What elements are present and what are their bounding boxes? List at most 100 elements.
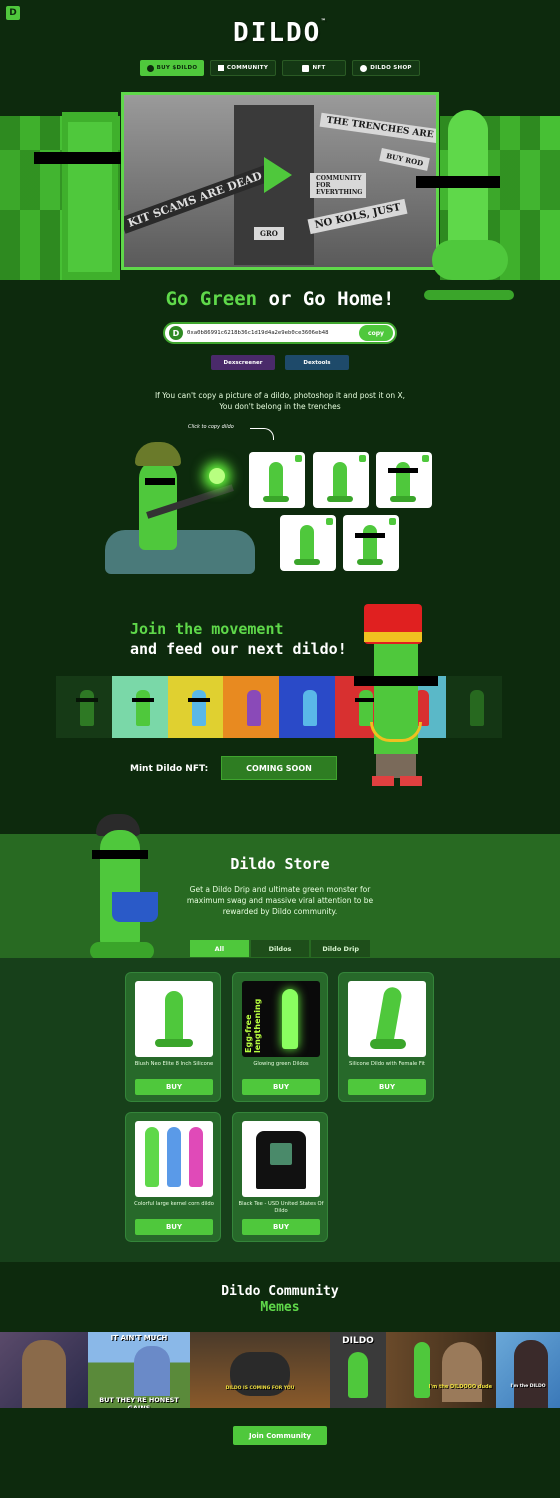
product-card[interactable]: Egg-free lengthening Glowing green Dildo… bbox=[232, 972, 328, 1102]
crown-icon bbox=[364, 604, 422, 644]
hero-banner-3: COMMUNITY FOR EVERYTHING bbox=[310, 173, 366, 198]
product-image[interactable] bbox=[135, 1121, 213, 1197]
product-image-text: Egg-free lengthening bbox=[244, 998, 262, 1053]
meme-caption: I'm the DILDOOO dude bbox=[428, 1384, 492, 1390]
left-pixel-mascot bbox=[34, 112, 124, 280]
product-name: Colorful large kernel corn dildo bbox=[134, 1201, 214, 1207]
nav-buy-label: BUY $DILDO bbox=[156, 65, 198, 71]
nav-community-label: COMMUNITY bbox=[226, 65, 269, 71]
copy-icon bbox=[359, 455, 366, 462]
buy-button[interactable]: BUY bbox=[242, 1219, 320, 1235]
arrow-icon bbox=[250, 428, 274, 440]
sandbag-bunker bbox=[105, 530, 255, 574]
nav-shop-button[interactable]: DILDO SHOP bbox=[352, 60, 420, 76]
tagline-white: or Go Home! bbox=[257, 288, 395, 310]
meme-carousel[interactable]: IT AIN'T MUCH BUT THEY'RE HONEST GAINS D… bbox=[0, 1332, 560, 1408]
nav-community-button[interactable]: COMMUNITY bbox=[210, 60, 276, 76]
store-title: Dildo Store bbox=[230, 855, 330, 873]
main-nav: BUY $DILDO COMMUNITY NFT DILDO SHOP bbox=[140, 60, 420, 76]
copy-instructions: If You can't copy a picture of a dildo, … bbox=[154, 391, 406, 411]
product-card[interactable]: Colorful large kernel corn dildo BUY bbox=[125, 1112, 221, 1242]
buy-button[interactable]: BUY bbox=[135, 1219, 213, 1235]
sunglasses-icon bbox=[416, 176, 500, 188]
play-icon[interactable] bbox=[264, 157, 292, 193]
right-dildo-mascot bbox=[416, 100, 516, 300]
click-to-copy-hint: Click to copy dildo bbox=[188, 424, 234, 430]
tab-all[interactable]: All bbox=[190, 940, 249, 957]
store-shopper-mascot bbox=[86, 806, 166, 966]
meme-image[interactable]: DILDO bbox=[330, 1332, 386, 1408]
meme-caption-bottom: BUT THEY'RE HONEST GAINS bbox=[99, 1396, 179, 1408]
product-image[interactable] bbox=[242, 1121, 320, 1197]
contract-address-box[interactable]: D 0xa0b86991c6218b36c1d19d4a2e9eb0ce3606… bbox=[163, 322, 397, 344]
nft-tile[interactable] bbox=[223, 676, 279, 738]
chart-icon bbox=[217, 65, 224, 71]
product-name: Black Tee - USD United States Of Dildo bbox=[238, 1201, 324, 1214]
dextools-link[interactable]: Dextools bbox=[285, 355, 349, 370]
nft-tile[interactable] bbox=[279, 676, 335, 738]
coin-icon bbox=[146, 64, 154, 72]
buy-button[interactable]: BUY bbox=[135, 1079, 213, 1095]
meme-image[interactable] bbox=[0, 1332, 88, 1408]
helmet-icon bbox=[135, 442, 181, 466]
meme-image[interactable]: IT AIN'T MUCH BUT THEY'RE HONEST GAINS bbox=[88, 1332, 190, 1408]
sunglasses-icon bbox=[355, 533, 385, 538]
sunglasses-icon bbox=[145, 478, 175, 485]
buy-button[interactable]: BUY bbox=[348, 1079, 426, 1095]
community-title: Dildo Community bbox=[221, 1284, 339, 1299]
nft-tile[interactable] bbox=[111, 676, 168, 738]
contract-address-text[interactable]: 0xa0b86991c6218b36c1d19d4a2e9eb0ce3606eb… bbox=[183, 330, 359, 336]
nft-tile[interactable] bbox=[56, 676, 112, 738]
buy-button[interactable]: BUY bbox=[242, 1079, 320, 1095]
product-card[interactable]: Silicone Dildo with Female Fit BUY bbox=[338, 972, 434, 1102]
nav-nft-button[interactable]: NFT bbox=[282, 60, 346, 76]
mint-coming-soon-button[interactable]: COMING SOON bbox=[221, 756, 337, 780]
dexscreener-link[interactable]: Dexscreener bbox=[211, 355, 275, 370]
sunglasses-icon bbox=[388, 468, 418, 473]
store-description: Get a Dildo Drip and ultimate green mons… bbox=[186, 885, 374, 916]
product-image[interactable]: Egg-free lengthening bbox=[242, 981, 320, 1057]
tab-dildos[interactable]: Dildos bbox=[250, 940, 310, 957]
site-logo[interactable]: DILDO™ bbox=[0, 18, 560, 48]
meme-caption: I'm the DILDO bbox=[510, 1384, 546, 1389]
copy-dildo-card-5[interactable] bbox=[343, 515, 399, 571]
meme-image[interactable]: I'm the DILDO bbox=[496, 1332, 560, 1408]
nav-buy-button[interactable]: BUY $DILDO bbox=[140, 60, 204, 76]
store-filter-tabs: All Dildos Dildo Drip bbox=[190, 940, 371, 957]
nft-tile[interactable] bbox=[446, 676, 502, 738]
copy-address-button[interactable]: copy bbox=[359, 325, 393, 341]
product-image[interactable] bbox=[135, 981, 213, 1057]
muzzle-flash-icon bbox=[209, 468, 225, 484]
soldier-mascot bbox=[105, 440, 265, 580]
product-name: Blush Neo Elite 8 Inch Silicone bbox=[134, 1061, 214, 1067]
hero-banner-6: GRO bbox=[254, 227, 284, 240]
community-subtitle: Memes bbox=[260, 1300, 300, 1315]
frame-icon bbox=[302, 64, 310, 72]
copy-dildo-card-2[interactable] bbox=[313, 452, 369, 508]
sunglasses-icon bbox=[354, 676, 438, 686]
copy-dildo-card-4[interactable] bbox=[280, 515, 336, 571]
product-card[interactable]: Black Tee - USD United States Of Dildo B… bbox=[232, 1112, 328, 1242]
pixel-sunglasses-icon bbox=[34, 152, 124, 164]
nav-nft-label: NFT bbox=[312, 65, 326, 71]
product-card[interactable]: Blush Neo Elite 8 Inch Silicone BUY bbox=[125, 972, 221, 1102]
meme-caption: DILDO IS COMING FOR YOU bbox=[225, 1386, 295, 1391]
nft-tile[interactable] bbox=[167, 676, 224, 738]
cart-icon bbox=[360, 64, 368, 72]
copy-icon bbox=[422, 455, 429, 462]
hero-video-player[interactable]: THE TRENCHES ARE BUY ROD COMMUNITY FOR E… bbox=[121, 92, 439, 270]
meme-caption: DILDO bbox=[342, 1336, 374, 1346]
sunglasses-icon bbox=[92, 850, 148, 859]
copy-dildo-card-3[interactable] bbox=[376, 452, 432, 508]
product-image[interactable] bbox=[348, 981, 426, 1057]
tab-dildo-drip[interactable]: Dildo Drip bbox=[311, 940, 371, 957]
nav-shop-label: DILDO SHOP bbox=[370, 65, 412, 71]
meme-image[interactable]: DILDO IS COMING FOR YOU bbox=[190, 1332, 330, 1408]
meme-image[interactable]: I'm the DILDOOO dude bbox=[386, 1332, 496, 1408]
movement-heading-line1: Join the movement bbox=[130, 620, 284, 638]
hero-tagline: Go Green or Go Home! bbox=[0, 288, 560, 310]
copy-dildo-card-1[interactable] bbox=[249, 452, 305, 508]
join-community-button[interactable]: Join Community bbox=[233, 1426, 327, 1445]
product-name: Silicone Dildo with Female Fit bbox=[349, 1061, 425, 1067]
movement-heading-line2: and feed our next dildo! bbox=[130, 640, 347, 658]
